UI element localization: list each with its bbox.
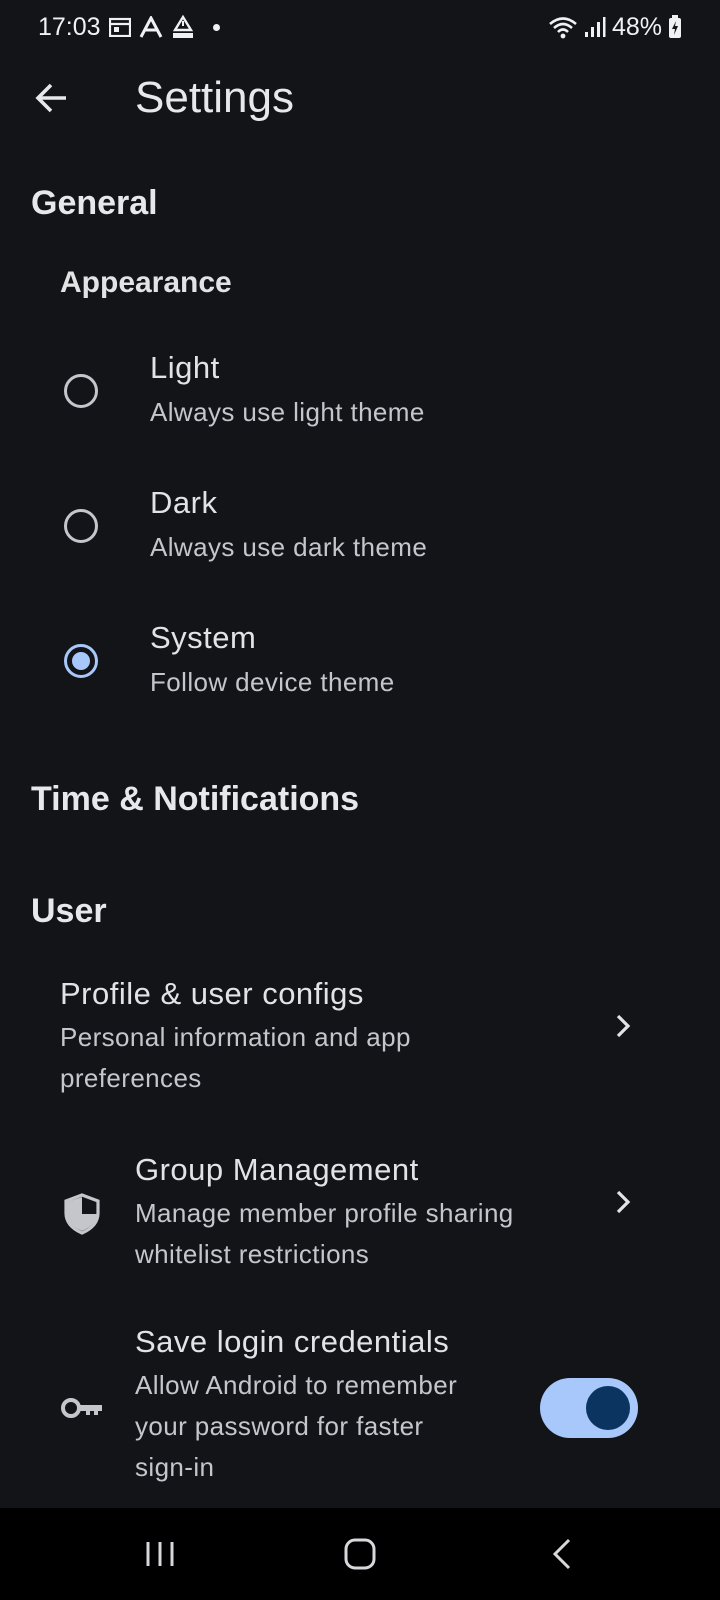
radio-system[interactable] [64, 644, 98, 678]
item-description: sign-in [135, 1452, 215, 1482]
theme-option-light[interactable]: Light Always use light theme [0, 326, 720, 458]
item-title: Profile & user configs [60, 976, 364, 1011]
item-description: whitelist restrictions [135, 1239, 370, 1269]
signal-icon [584, 16, 606, 38]
profile-user-configs-item[interactable]: Profile & user configs Personal informat… [0, 960, 720, 1100]
theme-option-system[interactable]: System Follow device theme [0, 596, 720, 728]
app-bar: Settings [0, 54, 720, 142]
system-navigation-bar [0, 1508, 720, 1600]
status-bar: 17:03 48% [0, 0, 720, 54]
item-description: Manage member profile sharing [135, 1198, 514, 1228]
home-button[interactable] [330, 1524, 390, 1584]
item-description: preferences [60, 1063, 202, 1093]
arrow-left-icon [35, 83, 66, 113]
item-description: Allow Android to remember [135, 1370, 458, 1400]
wifi-icon [548, 15, 578, 39]
toggle-thumb [586, 1386, 630, 1430]
option-label: System [150, 620, 257, 655]
chevron-right-icon [608, 1011, 638, 1041]
item-description: your password for faster [135, 1411, 424, 1441]
battery-percent: 48% [611, 12, 662, 41]
status-time: 17:03 [38, 12, 101, 41]
option-label: Light [150, 350, 220, 385]
recent-apps-icon [146, 1542, 174, 1566]
a-letter-icon [139, 16, 163, 38]
dot-icon [212, 23, 220, 31]
section-title-user: User [31, 892, 107, 930]
option-description: Follow device theme [150, 667, 395, 697]
section-title-time-notifications[interactable]: Time & Notifications [31, 780, 359, 819]
item-title: Save login credentials [135, 1324, 450, 1359]
battery-icon [668, 15, 682, 39]
calendar-icon [108, 17, 131, 37]
section-title-general: General [31, 184, 158, 222]
option-description: Always use light theme [150, 397, 425, 427]
chevron-right-icon [608, 1187, 638, 1217]
radio-light[interactable] [64, 374, 98, 408]
page-title: Settings [135, 73, 294, 122]
group-management-item[interactable]: Group Management Manage member profile s… [0, 1136, 720, 1276]
home-icon [344, 1538, 376, 1570]
mm-warning-icon [171, 15, 195, 39]
option-label: Dark [150, 485, 218, 520]
key-icon [58, 1384, 106, 1432]
chevron-left-icon [552, 1538, 571, 1570]
item-description: Personal information and app [60, 1022, 411, 1052]
save-credentials-toggle[interactable] [540, 1378, 638, 1438]
option-description: Always use dark theme [150, 532, 428, 562]
subsection-title-appearance: Appearance [60, 266, 232, 299]
back-nav-button[interactable] [532, 1524, 592, 1584]
back-button[interactable] [24, 70, 80, 126]
item-title: Group Management [135, 1152, 419, 1187]
radio-dark[interactable] [64, 509, 98, 543]
shield-icon [58, 1190, 106, 1238]
save-login-credentials-item[interactable]: Save login credentials Allow Android to … [0, 1312, 720, 1494]
theme-option-dark[interactable]: Dark Always use dark theme [0, 461, 720, 593]
recent-apps-button[interactable] [130, 1524, 190, 1584]
